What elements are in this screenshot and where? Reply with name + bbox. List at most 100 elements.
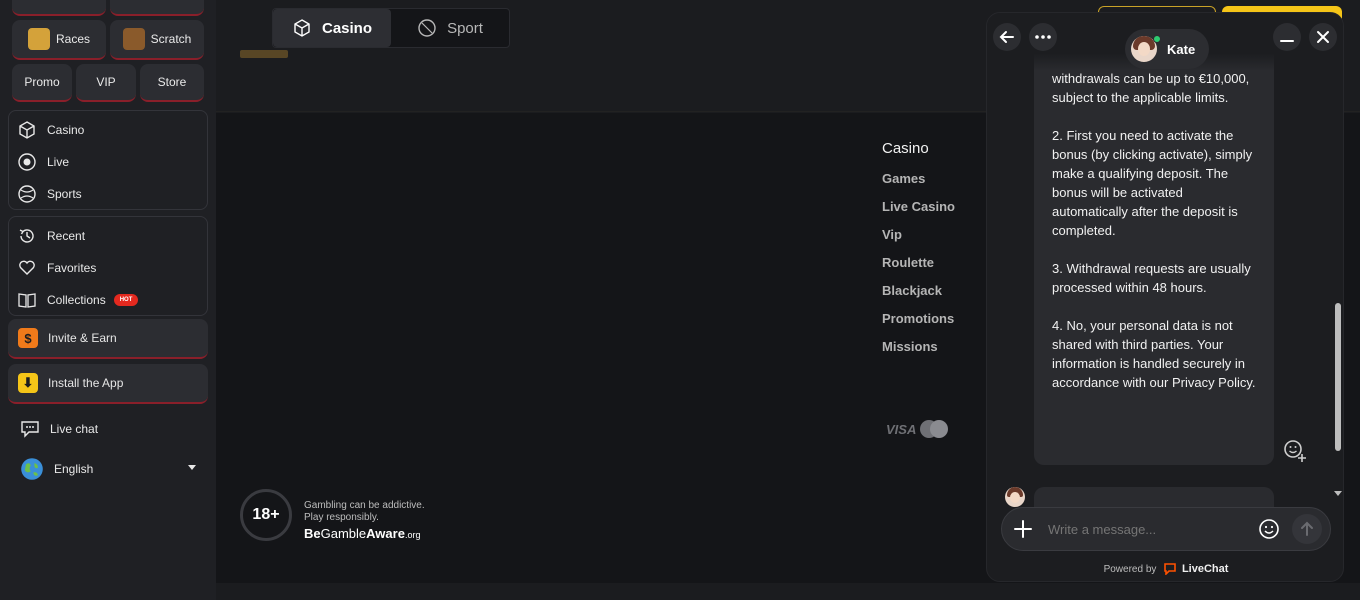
payment-logos: VISA bbox=[886, 420, 949, 438]
powered-by[interactable]: Powered by LiveChat bbox=[987, 563, 1343, 577]
age-badge-text: 18+ bbox=[252, 506, 280, 523]
live-chat-widget: withdrawals can be up to €10,000, subjec… bbox=[986, 12, 1344, 582]
gamble-line-2: Play responsibly. bbox=[304, 512, 379, 523]
powered-by-text: Powered by bbox=[1103, 564, 1157, 575]
sidebar-item-casino[interactable]: Casino bbox=[17, 118, 84, 142]
sidebar-item-live[interactable]: Live bbox=[17, 150, 69, 174]
footer-link-promotions[interactable]: Promotions bbox=[882, 311, 955, 339]
sidebar-item-label: Recent bbox=[47, 229, 86, 243]
language-label: English bbox=[54, 462, 94, 476]
dollar-icon: $ bbox=[18, 328, 38, 348]
book-icon bbox=[18, 293, 36, 308]
tile-partial-left[interactable] bbox=[12, 0, 106, 16]
nav-personal-group: Recent Favorites Collections HOT bbox=[8, 216, 208, 316]
globe-icon bbox=[21, 458, 43, 480]
history-icon bbox=[19, 229, 34, 243]
minimize-icon bbox=[1280, 40, 1294, 42]
tab-casino[interactable]: Casino bbox=[273, 9, 391, 47]
bottom-strip bbox=[216, 583, 1360, 600]
send-button[interactable] bbox=[1292, 514, 1322, 544]
tab-sport[interactable]: Sport bbox=[391, 9, 509, 47]
trophy-icon bbox=[27, 28, 50, 50]
footer-link-vip[interactable]: Vip bbox=[882, 227, 955, 255]
sidebar-item-favorites[interactable]: Favorites bbox=[17, 256, 96, 280]
footer-link-games[interactable]: Games bbox=[882, 171, 955, 199]
vip-label: VIP bbox=[96, 75, 116, 89]
live-icon bbox=[18, 153, 36, 171]
visa-logo: VISA bbox=[886, 421, 917, 437]
message-paragraph: withdrawals can be up to €10,000, subjec… bbox=[1052, 71, 1250, 105]
agent-name: Kate bbox=[1167, 41, 1196, 57]
live-chat-label: Live chat bbox=[50, 422, 99, 436]
install-app-button[interactable]: ⬇ Install the App bbox=[8, 364, 208, 404]
treasure-chest-icon bbox=[122, 28, 145, 50]
product-switcher: Casino Sport bbox=[272, 8, 510, 48]
scratch-label: Scratch bbox=[150, 32, 192, 46]
partial-text-top bbox=[240, 50, 288, 58]
tab-label: Casino bbox=[321, 19, 372, 37]
message-paragraph: 4. No, your personal data is not shared … bbox=[1052, 318, 1256, 390]
tile-partial-right[interactable] bbox=[110, 0, 204, 16]
agent-small-avatar bbox=[1005, 487, 1025, 507]
emoji-button[interactable] bbox=[1258, 518, 1280, 540]
online-status-dot bbox=[1153, 35, 1161, 43]
more-options-button[interactable] bbox=[1029, 23, 1057, 51]
gamble-line-1: Gambling can be addictive. bbox=[304, 500, 425, 511]
mastercard-icon bbox=[920, 420, 949, 438]
footer-link-blackjack[interactable]: Blackjack bbox=[882, 283, 955, 311]
races-button[interactable]: Races bbox=[12, 20, 106, 60]
sidebar: Races Scratch Promo VIP Store Casino Liv… bbox=[0, 0, 216, 600]
attach-button[interactable] bbox=[1012, 518, 1034, 540]
close-button[interactable] bbox=[1309, 23, 1337, 51]
nav-main-group: Casino Live Sports bbox=[8, 110, 208, 210]
sidebar-item-label: Casino bbox=[47, 123, 85, 137]
sidebar-item-sports[interactable]: Sports bbox=[17, 182, 82, 206]
tab-label: Sport bbox=[447, 19, 483, 37]
live-chat-link[interactable]: Live chat bbox=[20, 417, 98, 441]
minimize-button[interactable] bbox=[1273, 23, 1301, 51]
arrow-left-icon bbox=[999, 31, 1014, 43]
promo-label: Promo bbox=[24, 75, 60, 89]
promo-button[interactable]: Promo bbox=[12, 64, 72, 102]
vip-button[interactable]: VIP bbox=[76, 64, 136, 102]
message-input[interactable] bbox=[1048, 518, 1248, 540]
sidebar-item-collections[interactable]: Collections HOT bbox=[17, 288, 139, 312]
scratch-button[interactable]: Scratch bbox=[110, 20, 204, 60]
footer-link-live-casino[interactable]: Live Casino bbox=[882, 199, 955, 227]
language-selector[interactable]: English bbox=[20, 457, 200, 481]
sidebar-item-label: Favorites bbox=[47, 261, 97, 275]
sidebar-item-recent[interactable]: Recent bbox=[17, 224, 85, 248]
store-button[interactable]: Store bbox=[140, 64, 204, 102]
agent-message-bubble: withdrawals can be up to €10,000, subjec… bbox=[1034, 33, 1274, 465]
add-reaction-button[interactable] bbox=[1283, 439, 1307, 468]
close-icon bbox=[1317, 31, 1329, 43]
chevron-down-icon bbox=[188, 465, 196, 470]
back-button[interactable] bbox=[993, 23, 1021, 51]
age-badge: 18+ bbox=[240, 489, 292, 541]
smiley-icon bbox=[1259, 519, 1279, 539]
sidebar-item-label: Sports bbox=[47, 187, 82, 201]
dice-icon bbox=[294, 19, 310, 37]
begambleaware-logo[interactable]: BeGambleAware.org bbox=[304, 527, 425, 541]
livechat-logo-icon bbox=[1164, 563, 1176, 577]
heart-icon bbox=[19, 260, 35, 275]
agent-info[interactable]: Kate bbox=[1125, 29, 1209, 69]
footer-link-roulette[interactable]: Roulette bbox=[882, 255, 955, 283]
store-label: Store bbox=[157, 75, 187, 89]
footer-column-title: Casino bbox=[882, 140, 929, 157]
hot-badge: HOT bbox=[113, 294, 139, 306]
footer-link-missions[interactable]: Missions bbox=[882, 339, 955, 367]
invite-earn-button[interactable]: $ Invite & Earn bbox=[8, 319, 208, 359]
message-paragraph: 2. First you need to activate the bonus … bbox=[1052, 128, 1253, 238]
chat-bubble-icon bbox=[21, 421, 39, 438]
chat-scrollbar-thumb[interactable] bbox=[1335, 303, 1341, 451]
arrow-up-icon bbox=[1301, 521, 1313, 536]
plus-icon bbox=[1014, 520, 1032, 538]
responsible-gambling: Gambling can be addictive. Play responsi… bbox=[304, 500, 425, 541]
sidebar-item-label: Live bbox=[47, 155, 70, 169]
message-paragraph: 3. Withdrawal requests are usually proce… bbox=[1052, 261, 1251, 295]
scroll-down-arrow[interactable] bbox=[1334, 491, 1342, 496]
emoji-plus-icon bbox=[1284, 440, 1306, 462]
message-composer bbox=[1001, 507, 1331, 551]
more-dots-icon bbox=[1035, 35, 1051, 39]
